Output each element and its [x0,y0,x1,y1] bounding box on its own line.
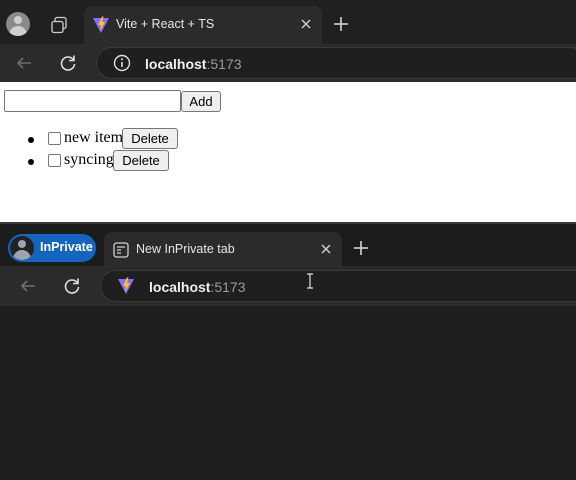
back-arrow-icon[interactable] [14,53,34,73]
toolbar: localhost:5173 [0,44,576,82]
url-host: localhost [145,56,207,72]
address-bar[interactable]: localhost:5173 [100,270,576,302]
url-text: localhost:5173 [149,279,246,295]
plus-icon[interactable] [352,239,370,257]
list-item: syncing Delete [0,150,300,171]
delete-button[interactable]: Delete [122,128,178,149]
browser-window-1: Vite + React + TS localhost:5173 Add new… [0,0,576,222]
page-content: Add new item Delete syncing Delete [0,82,576,222]
refresh-icon[interactable] [58,53,78,73]
list-bullet [28,137,34,143]
add-button[interactable]: Add [181,91,221,112]
item-checkbox[interactable] [48,132,61,145]
page-content-blank [0,306,576,480]
vite-favicon-icon [93,16,109,33]
address-bar[interactable]: localhost:5173 [96,47,576,79]
tab-vite[interactable]: Vite + React + TS [84,6,322,44]
new-tab-page-icon [113,242,129,258]
url-host: localhost [149,279,211,295]
new-item-input[interactable] [4,90,181,112]
url-port: :5173 [206,56,242,72]
back-arrow-icon[interactable] [18,276,38,296]
delete-button[interactable]: Delete [113,150,169,171]
tab-title: New InPrivate tab [136,242,235,256]
item-checkbox[interactable] [48,154,61,167]
info-icon[interactable] [113,54,131,72]
list-item: new item Delete [0,128,300,149]
tab-strip: Vite + React + TS [0,0,576,44]
close-icon[interactable] [318,241,334,257]
profile-icon [10,236,34,260]
inprivate-label: InPrivate [40,240,93,254]
tab-new-inprivate[interactable]: New InPrivate tab [104,232,342,268]
tab-title: Vite + React + TS [116,17,215,31]
text-cursor-icon [307,273,313,289]
plus-icon[interactable] [332,15,350,33]
list-bullet [28,159,34,165]
toolbar: localhost:5173 [0,266,576,306]
url-port: :5173 [210,279,246,295]
profile-icon[interactable] [6,12,30,36]
item-text: syncing [64,151,114,168]
workspaces-icon[interactable] [50,16,68,34]
vite-favicon-icon [118,277,134,294]
refresh-icon[interactable] [62,276,82,296]
url-text: localhost:5173 [145,56,242,72]
tab-strip: InPrivate New InPrivate tab [0,222,576,268]
browser-window-2-inprivate: InPrivate New InPrivate tab localhost:51… [0,222,576,480]
inprivate-badge[interactable]: InPrivate [8,234,96,262]
close-icon[interactable] [298,16,314,32]
item-text: new item [64,129,124,146]
